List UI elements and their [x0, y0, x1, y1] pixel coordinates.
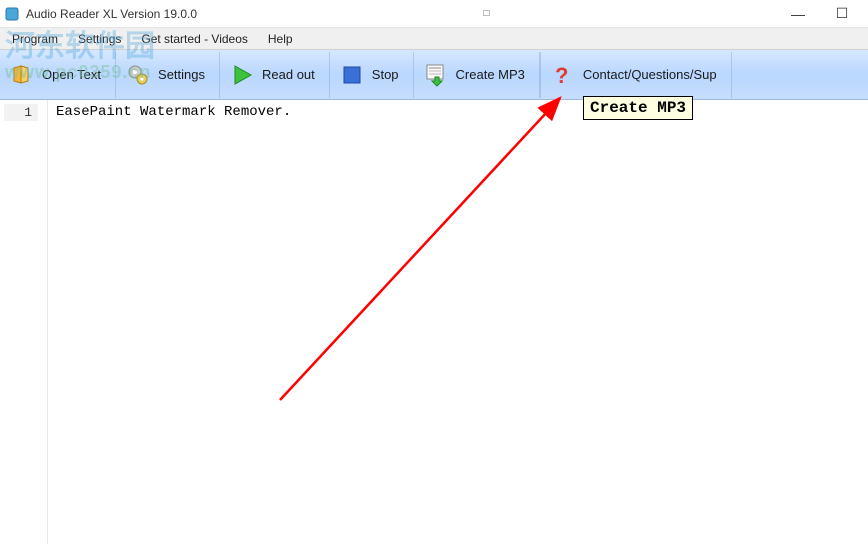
- create-mp3-button[interactable]: Create MP3: [414, 52, 540, 98]
- stop-label: Stop: [372, 67, 399, 82]
- menu-help[interactable]: Help: [260, 30, 301, 48]
- minimize-button[interactable]: —: [776, 0, 820, 28]
- titlebar: Audio Reader XL Version 19.0.0 □ — ☐: [0, 0, 868, 28]
- menu-settings[interactable]: Settings: [70, 30, 129, 48]
- toolbar: Open Text Settings Read out Stop: [0, 50, 868, 100]
- question-icon: ?: [551, 63, 575, 87]
- stop-button[interactable]: Stop: [330, 52, 414, 98]
- read-out-label: Read out: [262, 67, 315, 82]
- maximize-button[interactable]: ☐: [820, 0, 864, 28]
- open-text-icon: [10, 63, 34, 87]
- read-out-button[interactable]: Read out: [220, 52, 330, 98]
- contact-label: Contact/Questions/Sup: [583, 67, 717, 82]
- line-gutter: 1: [0, 100, 48, 544]
- svg-text:?: ?: [555, 63, 568, 87]
- gear-icon: [126, 63, 150, 87]
- window-controls: — ☐: [776, 0, 864, 28]
- editor-area: 1 EasePaint Watermark Remover.: [0, 100, 868, 544]
- menubar: Program Settings Get started - Videos He…: [0, 28, 868, 50]
- contact-button[interactable]: ? Contact/Questions/Sup: [540, 52, 732, 98]
- window-title: Audio Reader XL Version 19.0.0: [26, 7, 197, 21]
- menu-program[interactable]: Program: [4, 30, 66, 48]
- play-icon: [230, 63, 254, 87]
- settings-button[interactable]: Settings: [116, 52, 220, 98]
- titlebar-center-glyph: □: [197, 8, 776, 19]
- text-editor[interactable]: EasePaint Watermark Remover.: [48, 100, 868, 544]
- line-number: 1: [4, 104, 38, 121]
- create-mp3-label: Create MP3: [456, 67, 525, 82]
- open-text-button[interactable]: Open Text: [0, 52, 116, 98]
- open-text-label: Open Text: [42, 67, 101, 82]
- settings-label: Settings: [158, 67, 205, 82]
- tooltip-create-mp3: Create MP3: [583, 96, 693, 120]
- menu-get-started[interactable]: Get started - Videos: [133, 30, 256, 48]
- editor-content: EasePaint Watermark Remover.: [56, 104, 291, 120]
- app-icon: [4, 6, 20, 22]
- newspaper-download-icon: [424, 63, 448, 87]
- stop-icon: [340, 63, 364, 87]
